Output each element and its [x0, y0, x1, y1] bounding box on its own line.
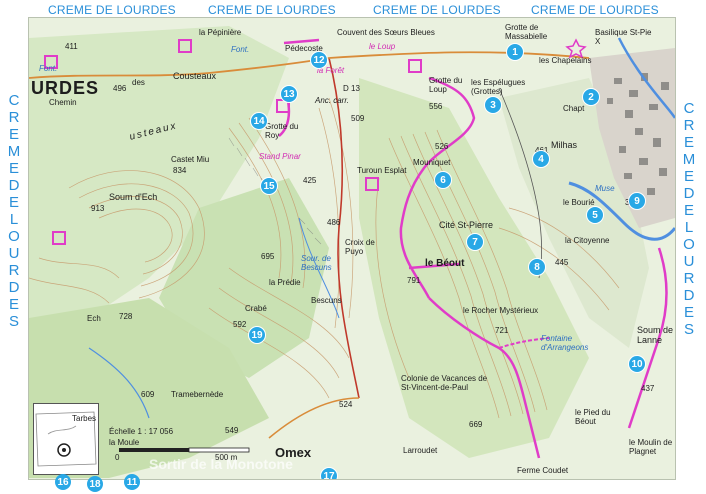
label-chemin: Chemin: [49, 98, 77, 107]
altitude-509: 509: [351, 114, 365, 123]
waypoint-12[interactable]: 12: [311, 52, 327, 68]
frame-title-top-1: CREME DE LOURDES: [48, 3, 176, 17]
label-bescuns: Bescuns: [311, 296, 342, 305]
altitude-437: 437: [641, 384, 655, 393]
label-omex: Omex: [275, 445, 312, 460]
label-le-beout: le Béout: [425, 258, 465, 269]
topographic-map[interactable]: Tarbes Échelle 1 : 17 056 0 500 m Sortir…: [28, 17, 676, 480]
label-font-2: Font.: [231, 45, 250, 54]
altitude-496: 496: [113, 84, 127, 93]
altitude-695: 695: [261, 252, 275, 261]
label-milhas: Milhas: [551, 140, 578, 150]
altitude-486: 486: [327, 218, 341, 227]
label-cousteaux: Cousteaux: [173, 71, 217, 81]
label-colonie: Colonie de Vacances de St-Vincent-de-Pau…: [401, 374, 488, 392]
waypoint-5[interactable]: 5: [587, 207, 603, 223]
label-muse: Muse: [595, 184, 615, 193]
label-ech: Ech: [87, 314, 101, 323]
label-sour-bescuns: Sour. de Bescuns: [301, 254, 332, 272]
label-larroudet: Larroudet: [403, 446, 438, 455]
label-d13: D 13: [343, 84, 360, 93]
frame-title-right: CREME DE LOURDES: [682, 100, 696, 338]
label-croix-puyo: Croix de Puyo: [345, 238, 375, 256]
waypoint-8[interactable]: 8: [529, 259, 545, 275]
altitude-721: 721: [495, 326, 509, 335]
label-grotte-loup: Grotte du Loup: [429, 76, 463, 94]
altitude-834: 834: [173, 166, 187, 175]
altitude-791: 791: [407, 276, 421, 285]
label-mouniquet: Mouniquet: [413, 158, 451, 167]
waypoint-2[interactable]: 2: [583, 89, 599, 105]
label-predie: la Prédie: [269, 278, 301, 287]
altitude-556: 556: [429, 102, 443, 111]
label-cite-st-pierre: Cité St-Pierre: [439, 220, 494, 230]
waypoint-15[interactable]: 15: [261, 178, 277, 194]
watermark: Sortir de la Monotone: [149, 456, 293, 472]
waypoint-11[interactable]: 11: [124, 474, 140, 490]
waypoint-17[interactable]: 17: [321, 468, 337, 479]
altitude-728: 728: [119, 312, 133, 321]
frame-title-left: CREME DE LOURDES: [7, 92, 21, 330]
waypoint-10[interactable]: 10: [629, 356, 645, 372]
label-des: des: [132, 78, 145, 87]
label-citoyenne: la Citoyenne: [565, 236, 610, 245]
waypoint-1[interactable]: 1: [507, 44, 523, 60]
label-font-1: Font.: [39, 64, 58, 73]
label-chapelains: les Chapelains: [539, 56, 592, 65]
waypoint-4[interactable]: 4: [533, 151, 549, 167]
label-anc-carr: Anc. carr.: [315, 96, 349, 105]
label-pied-beout: le Pied du Béout: [575, 408, 611, 426]
waypoint-13[interactable]: 13: [281, 86, 297, 102]
label-crabe: Crabé: [245, 304, 267, 313]
waypoint-19[interactable]: 19: [249, 327, 265, 343]
label-basilique: Basilique St-Pie X: [595, 28, 652, 46]
label-la-moule: la Moule: [109, 438, 140, 447]
label-soum-ech: Soum d'Ech: [109, 192, 158, 202]
frame-title-top-4: CREME DE LOURDES: [531, 3, 659, 17]
waypoint-18[interactable]: 18: [87, 476, 103, 492]
label-le-loup: le Loup: [369, 42, 396, 51]
label-turoun: Turoun Esplat: [357, 166, 407, 175]
label-rocher: le Rocher Mystérieux: [463, 306, 539, 315]
label-stand: Stand Pinar: [259, 152, 301, 161]
label-fontaine: Fontaine d'Arrangeons: [541, 334, 589, 352]
waypoint-6[interactable]: 6: [435, 172, 451, 188]
waypoint-14[interactable]: 14: [251, 113, 267, 129]
label-le-bourie: le Bourié: [563, 198, 595, 207]
label-pepiniere: la Pépinière: [199, 28, 242, 37]
label-espelugues: les Espélugues (Grottes): [471, 78, 526, 96]
waypoint-3[interactable]: 3: [485, 97, 501, 113]
altitude-526: 526: [435, 142, 449, 151]
label-soum-lanne: Soum de Lanne: [637, 325, 674, 345]
scale-ratio: Échelle 1 : 17 056: [109, 427, 174, 436]
label-castet-miu: Castet Miu: [171, 155, 210, 164]
label-ferme-coudet: Ferme Coudet: [517, 466, 569, 475]
label-couvent: Couvent des Sœurs Bleues: [337, 28, 435, 37]
label-chapt: Chapt: [563, 104, 585, 113]
frame-title-top-2: CREME DE LOURDES: [208, 3, 336, 17]
frame-title-top-3: CREME DE LOURDES: [373, 3, 501, 17]
altitude-445: 445: [555, 258, 569, 267]
altitude-609: 609: [141, 390, 155, 399]
label-massabielle: Grotte de Massabielle: [505, 23, 548, 41]
scale-zero: 0: [115, 453, 120, 462]
altitude-592: 592: [233, 320, 247, 329]
altitude-669: 669: [469, 420, 483, 429]
altitude-524: 524: [339, 400, 353, 409]
label-grotte-roy: Grotte du Roy: [265, 122, 299, 140]
label-moulin: le Moulin de Plagnet: [629, 438, 673, 456]
locator-map: Tarbes: [33, 403, 99, 475]
altitude-425: 425: [303, 176, 317, 185]
label-tramebernede: Tramebernède: [171, 390, 224, 399]
locator-label-tarbes: Tarbes: [72, 414, 97, 423]
waypoint-16[interactable]: 16: [55, 474, 71, 490]
altitude-913: 913: [91, 204, 105, 213]
label-urdes: URDES: [31, 78, 100, 98]
waypoint-9[interactable]: 9: [629, 193, 645, 209]
waypoint-7[interactable]: 7: [467, 234, 483, 250]
altitude-549: 549: [225, 426, 239, 435]
altitude-411: 411: [65, 42, 78, 51]
